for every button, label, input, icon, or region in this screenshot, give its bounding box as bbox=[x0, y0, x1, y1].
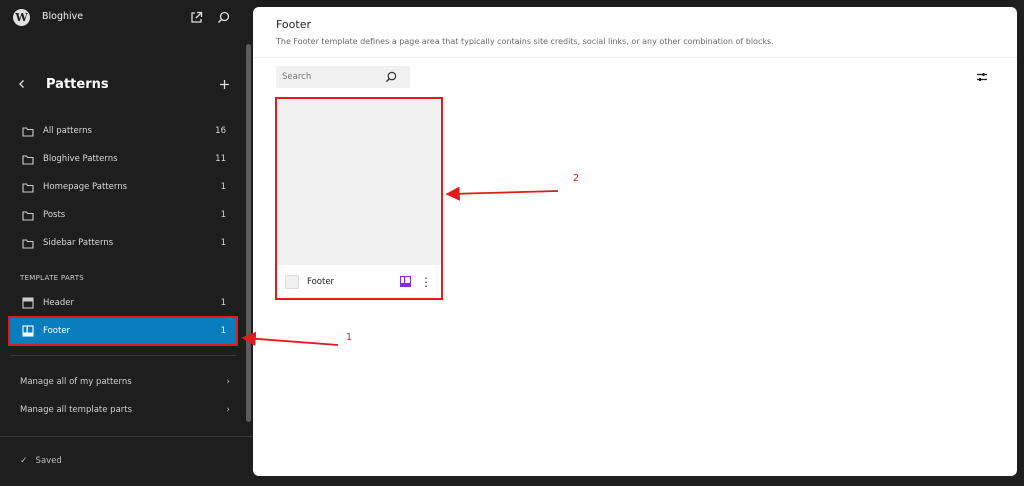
sidebar-item-label: Posts bbox=[43, 210, 66, 220]
folder-icon bbox=[21, 236, 35, 250]
sidebar-item-count: 1 bbox=[220, 326, 226, 336]
sidebar-item-count: 1 bbox=[220, 298, 226, 308]
search-input[interactable] bbox=[276, 72, 384, 82]
pattern-card-footer-bar: Footer ⋮ bbox=[277, 265, 441, 298]
search-icon[interactable] bbox=[215, 9, 231, 25]
page-description: The Footer template defines a page area … bbox=[276, 37, 774, 46]
sidebar-item-label: Sidebar Patterns bbox=[43, 238, 114, 248]
sidebar-item-count: 16 bbox=[215, 126, 226, 136]
manage-link-label: Manage all of my patterns bbox=[20, 377, 132, 387]
sidebar-item-count: 1 bbox=[220, 182, 226, 192]
panel-title: Patterns bbox=[46, 77, 109, 92]
pattern-title[interactable]: Footer bbox=[307, 277, 400, 287]
folder-icon bbox=[21, 124, 35, 138]
sidebar-divider bbox=[10, 355, 236, 356]
sidebar-item-count: 11 bbox=[215, 154, 226, 164]
sidebar-item-label: Header bbox=[43, 298, 74, 308]
back-chevron-icon[interactable] bbox=[14, 76, 30, 92]
view-options-sliders-icon[interactable] bbox=[975, 70, 989, 84]
search-icon[interactable] bbox=[384, 70, 398, 84]
manage-patterns-link[interactable]: Manage all of my patterns › bbox=[20, 373, 230, 391]
sidebar-item-all-patterns[interactable]: All patterns 16 bbox=[10, 118, 236, 144]
footer-layout-icon bbox=[21, 324, 35, 338]
sidebar-item-label: All patterns bbox=[43, 126, 92, 136]
search-box[interactable] bbox=[276, 66, 410, 88]
page-title: Footer bbox=[276, 18, 311, 31]
more-options-icon[interactable]: ⋮ bbox=[420, 275, 432, 289]
check-icon: ✓ bbox=[20, 456, 28, 466]
header-divider bbox=[253, 57, 1017, 58]
add-pattern-plus-icon[interactable] bbox=[216, 76, 232, 92]
sidebar-item-count: 1 bbox=[220, 238, 226, 248]
chevron-right-icon: › bbox=[226, 377, 230, 387]
wordpress-logo-icon[interactable]: W bbox=[13, 9, 30, 26]
saved-status: ✓ Saved bbox=[20, 456, 62, 466]
sidebar-item-header[interactable]: Header 1 bbox=[10, 290, 236, 316]
sidebar-item-bloghive-patterns[interactable]: Bloghive Patterns 11 bbox=[10, 146, 236, 172]
sidebar-item-footer[interactable]: Footer 1 bbox=[8, 316, 238, 346]
sidebar-item-sidebar-patterns[interactable]: Sidebar Patterns 1 bbox=[10, 230, 236, 256]
sidebar-item-label: Bloghive Patterns bbox=[43, 154, 118, 164]
chevron-right-icon: › bbox=[226, 405, 230, 415]
sidebar-item-label: Footer bbox=[43, 326, 71, 336]
sidebar-scrollbar[interactable] bbox=[246, 44, 251, 422]
template-parts-heading: TEMPLATE PARTS bbox=[20, 274, 85, 282]
external-link-icon[interactable] bbox=[188, 9, 204, 25]
manage-template-parts-link[interactable]: Manage all template parts › bbox=[20, 401, 230, 419]
folder-icon bbox=[21, 180, 35, 194]
sidebar-item-label: Homepage Patterns bbox=[43, 182, 128, 192]
main-content: Footer The Footer template defines a pag… bbox=[253, 7, 1017, 476]
sidebar-footer-divider bbox=[0, 436, 253, 437]
sidebar: W Bloghive Patterns All patterns 16 Blog… bbox=[0, 0, 253, 486]
saved-label: Saved bbox=[35, 456, 62, 466]
header-layout-icon bbox=[21, 296, 35, 310]
pattern-card-footer[interactable]: Footer ⋮ bbox=[275, 97, 443, 300]
sidebar-item-homepage-patterns[interactable]: Homepage Patterns 1 bbox=[10, 174, 236, 200]
folder-icon bbox=[21, 152, 35, 166]
manage-link-label: Manage all template parts bbox=[20, 405, 133, 415]
site-name[interactable]: Bloghive bbox=[42, 11, 83, 22]
select-checkbox[interactable] bbox=[285, 274, 299, 289]
sidebar-item-count: 1 bbox=[220, 210, 226, 220]
template-part-badge-icon bbox=[400, 276, 411, 287]
folder-icon bbox=[21, 208, 35, 222]
annotation-label-2: 2 bbox=[573, 173, 580, 184]
pattern-preview[interactable] bbox=[277, 99, 441, 265]
sidebar-topbar: W Bloghive bbox=[0, 0, 253, 36]
sidebar-item-posts[interactable]: Posts 1 bbox=[10, 202, 236, 228]
annotation-label-1: 1 bbox=[346, 332, 353, 343]
